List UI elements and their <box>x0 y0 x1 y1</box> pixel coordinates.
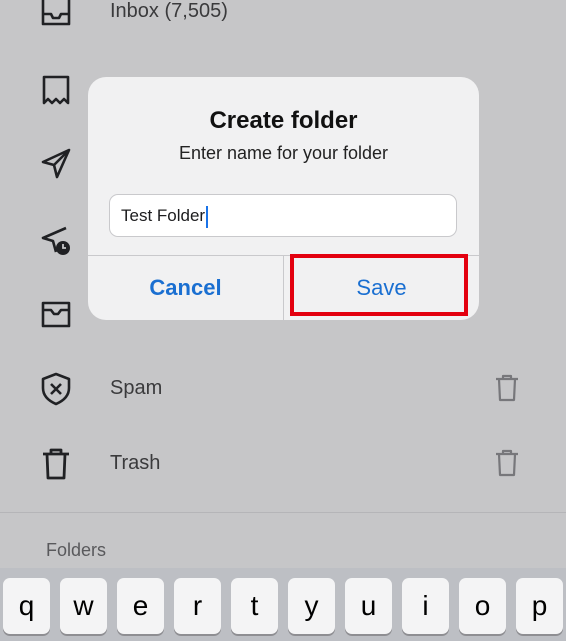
key-w[interactable]: w <box>60 578 107 634</box>
key-r[interactable]: r <box>174 578 221 634</box>
mailbox-label: Spam <box>110 377 163 399</box>
text-caret <box>206 205 209 228</box>
cancel-button[interactable]: Cancel <box>88 256 283 320</box>
send-icon <box>38 146 74 182</box>
key-e[interactable]: e <box>117 578 164 634</box>
key-i[interactable]: i <box>402 578 449 634</box>
spam-shield-icon <box>38 371 74 407</box>
archive-icon <box>38 296 74 332</box>
dialog-message: Enter name for your folder <box>178 143 389 163</box>
section-divider <box>0 512 566 513</box>
onscreen-keyboard: q w e r t y u i o p <box>0 568 566 641</box>
folder-name-input[interactable]: Test Folder <box>109 194 457 237</box>
mailbox-label: Trash <box>110 452 161 474</box>
mailbox-item-trash[interactable]: Trash <box>0 434 566 494</box>
mailbox-label: Inbox (7,505) <box>110 0 228 22</box>
folder-name-value: Test Folder <box>121 206 206 225</box>
empty-trash-icon[interactable] <box>492 448 522 478</box>
key-p[interactable]: p <box>516 578 563 634</box>
key-y[interactable]: y <box>288 578 335 634</box>
save-button[interactable]: Save <box>284 256 479 320</box>
inbox-icon <box>38 0 74 30</box>
empty-spam-icon[interactable] <box>492 373 522 403</box>
create-folder-dialog: Create folder Enter name for your folder… <box>88 77 479 320</box>
folders-section-title: Folders <box>46 540 107 560</box>
key-o[interactable]: o <box>459 578 506 634</box>
dialog-title: Create folder <box>209 107 358 134</box>
key-u[interactable]: u <box>345 578 392 634</box>
key-q[interactable]: q <box>3 578 50 634</box>
receipt-icon <box>38 72 74 108</box>
key-t[interactable]: t <box>231 578 278 634</box>
trash-icon <box>38 446 74 482</box>
mailbox-item-inbox[interactable]: Inbox (7,505) <box>0 0 566 42</box>
scheduled-send-icon <box>38 222 74 258</box>
mailbox-item-spam[interactable]: Spam <box>0 359 566 419</box>
mail-folder-screen: Inbox (7,505) Spam Trash Folders q w e r… <box>0 0 566 641</box>
